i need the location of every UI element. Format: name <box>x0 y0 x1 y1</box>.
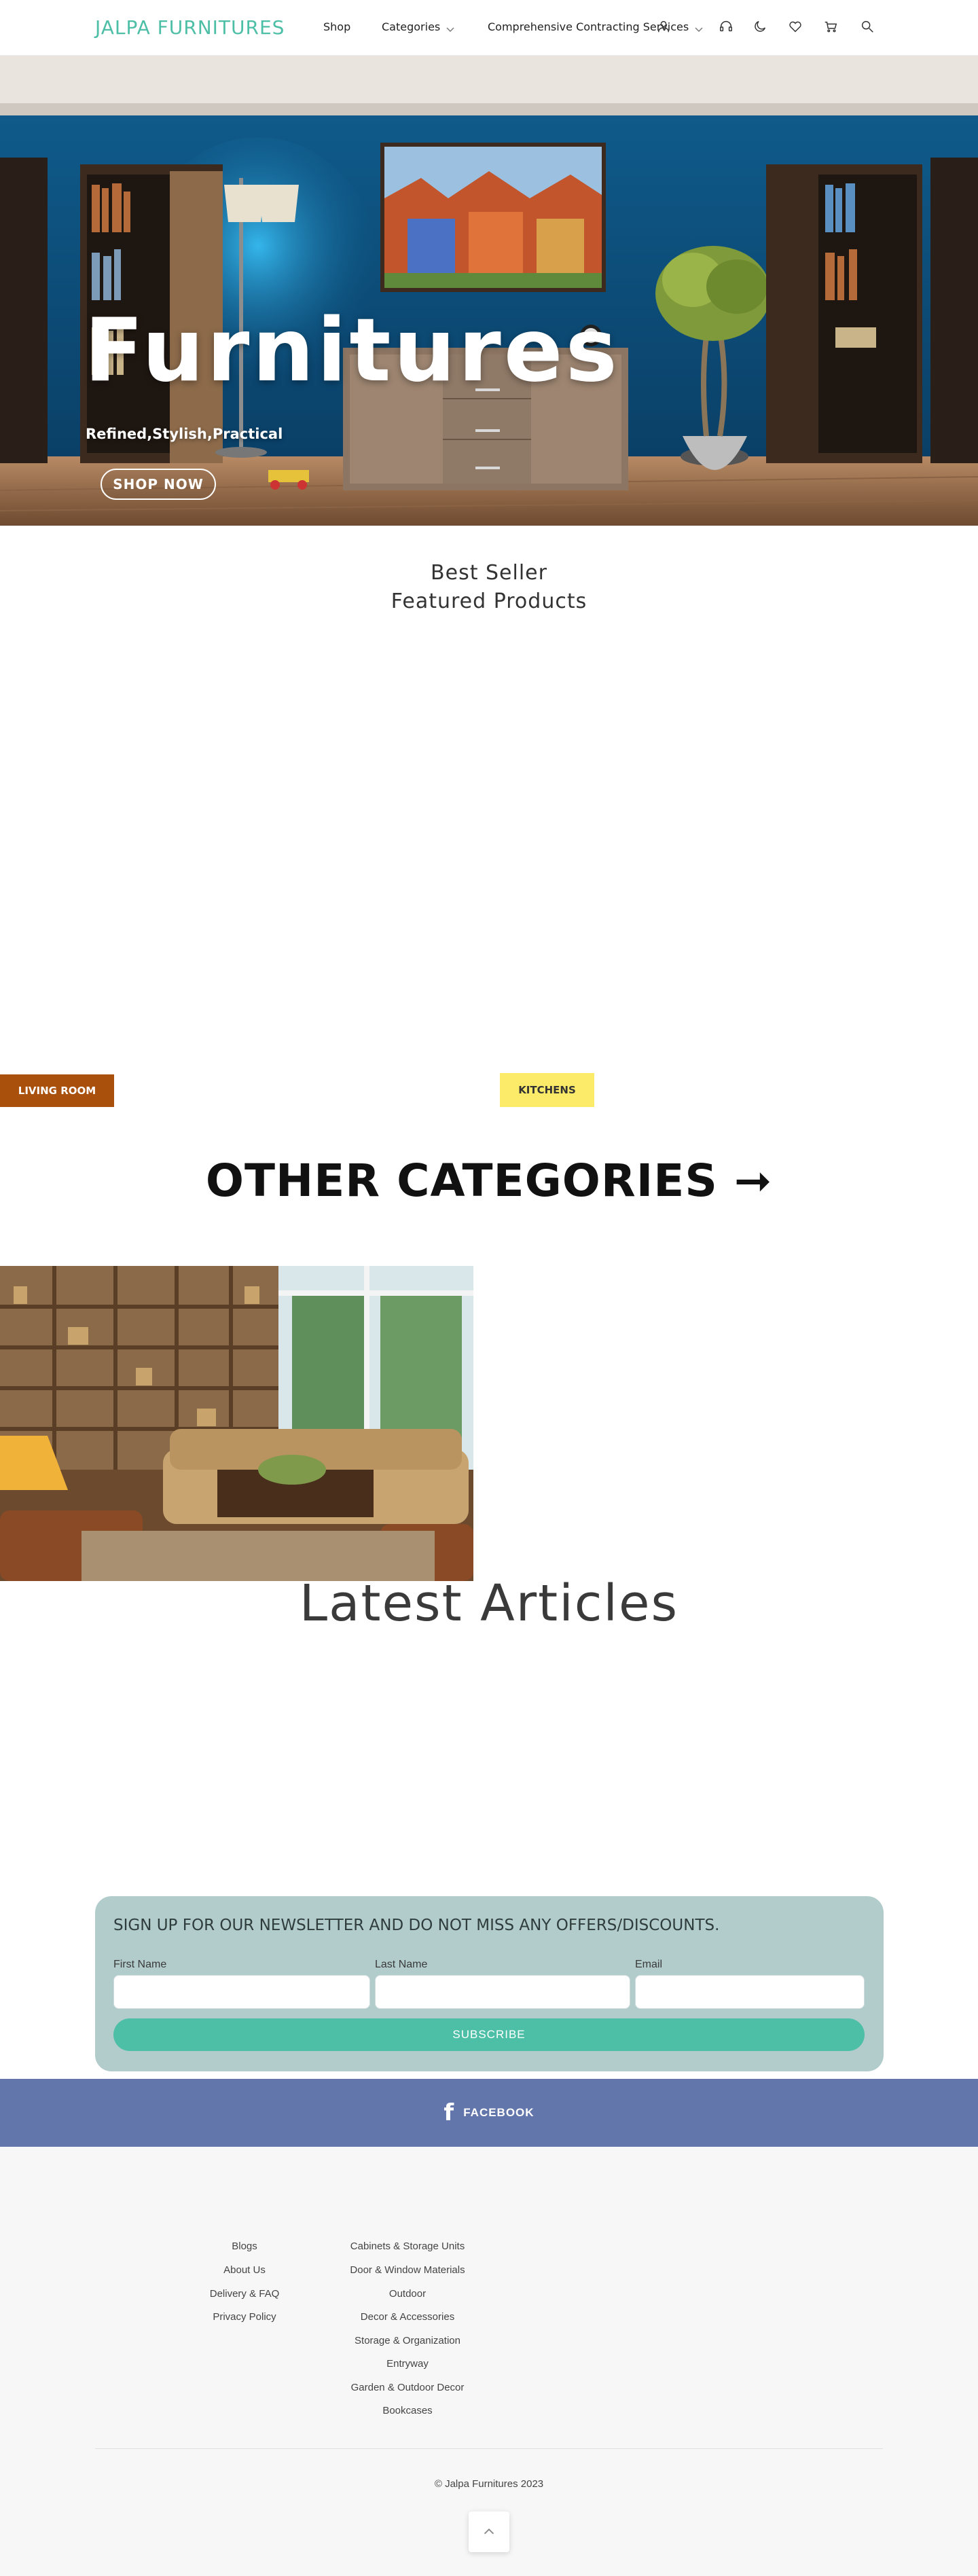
last-name-field[interactable] <box>375 1975 630 2009</box>
hero-banner: Furnitures Refined,Stylish,Practical SHO… <box>0 56 978 526</box>
living-room-image[interactable] <box>0 1266 473 1581</box>
newsletter-title: SIGN UP FOR OUR NEWSLETTER AND DO NOT MI… <box>113 1917 720 1934</box>
page: JALPA FURNITURES Shop Categories Compreh… <box>0 0 978 2576</box>
living-room-illustration <box>0 1266 473 1581</box>
shop-now-button[interactable]: SHOP NOW <box>101 469 216 500</box>
category-living-room[interactable]: LIVING ROOM <box>0 1074 114 1107</box>
footer-link-storage[interactable]: Storage & Organization <box>355 2335 460 2346</box>
footer-link-door-window[interactable]: Door & Window Materials <box>350 2264 465 2276</box>
back-to-top-button[interactable] <box>469 2511 509 2552</box>
footer-link-garden[interactable]: Garden & Outdoor Decor <box>351 2382 465 2393</box>
footer-link-bookcases[interactable]: Bookcases <box>382 2405 432 2416</box>
footer-link-decor[interactable]: Decor & Accessories <box>361 2311 454 2323</box>
facebook-icon[interactable]: f <box>443 2099 454 2126</box>
site-logo[interactable]: JALPA FURNITURES <box>95 16 285 39</box>
heart-icon[interactable] <box>786 18 804 35</box>
footer-link-delivery-faq[interactable]: Delivery & FAQ <box>210 2288 280 2300</box>
cart-icon[interactable] <box>822 18 839 35</box>
site-footer: Blogs About Us Delivery & FAQ Privacy Po… <box>0 2147 978 2576</box>
subscribe-button[interactable]: SUBSCRIBE <box>113 2018 865 2051</box>
nav-categories-label: Categories <box>382 20 441 33</box>
hero-title: Furnitures <box>84 300 620 401</box>
search-icon[interactable] <box>858 18 876 35</box>
footer-link-about-us[interactable]: About Us <box>223 2264 266 2276</box>
featured-products-heading: Featured Products <box>391 589 587 613</box>
nav-categories[interactable]: Categories <box>382 20 454 33</box>
email-label: Email <box>635 1959 663 1970</box>
copyright-text: © Jalpa Furnitures 2023 <box>434 2478 544 2490</box>
footer-link-outdoor[interactable]: Outdoor <box>389 2288 426 2300</box>
latest-articles-heading: Latest Articles <box>299 1574 679 1633</box>
other-categories-heading[interactable]: OTHER CATEGORIES ➞ <box>0 1155 978 1207</box>
first-name-label: First Name <box>113 1959 167 1970</box>
nav-shop[interactable]: Shop <box>323 20 350 33</box>
chevron-down-icon <box>446 24 454 32</box>
best-seller-heading: Best Seller <box>431 561 547 585</box>
headset-icon[interactable] <box>717 18 735 35</box>
facebook-link[interactable]: FACEBOOK <box>463 2106 534 2120</box>
footer-divider <box>95 2448 883 2449</box>
footer-link-cabinets[interactable]: Cabinets & Storage Units <box>350 2241 465 2252</box>
footer-link-privacy-policy[interactable]: Privacy Policy <box>213 2311 276 2323</box>
user-icon[interactable] <box>655 18 672 35</box>
nav-shop-label: Shop <box>323 20 351 33</box>
first-name-field[interactable] <box>113 1975 370 2009</box>
social-links-band: f FACEBOOK <box>0 2079 978 2147</box>
newsletter-signup: SIGN UP FOR OUR NEWSLETTER AND DO NOT MI… <box>95 1896 884 2071</box>
last-name-label: Last Name <box>375 1959 428 1970</box>
category-kitchens[interactable]: KITCHENS <box>500 1073 594 1107</box>
chevron-down-icon <box>694 24 703 32</box>
hero-room-illustration <box>0 56 978 526</box>
email-field[interactable] <box>635 1975 865 2009</box>
site-header: JALPA FURNITURES Shop Categories Compreh… <box>0 0 978 56</box>
hero-subtitle: Refined,Stylish,Practical <box>86 426 283 442</box>
moon-icon[interactable] <box>751 18 769 35</box>
footer-link-entryway[interactable]: Entryway <box>386 2358 429 2370</box>
footer-link-blogs[interactable]: Blogs <box>232 2241 257 2252</box>
chevron-up-icon <box>484 2528 494 2535</box>
